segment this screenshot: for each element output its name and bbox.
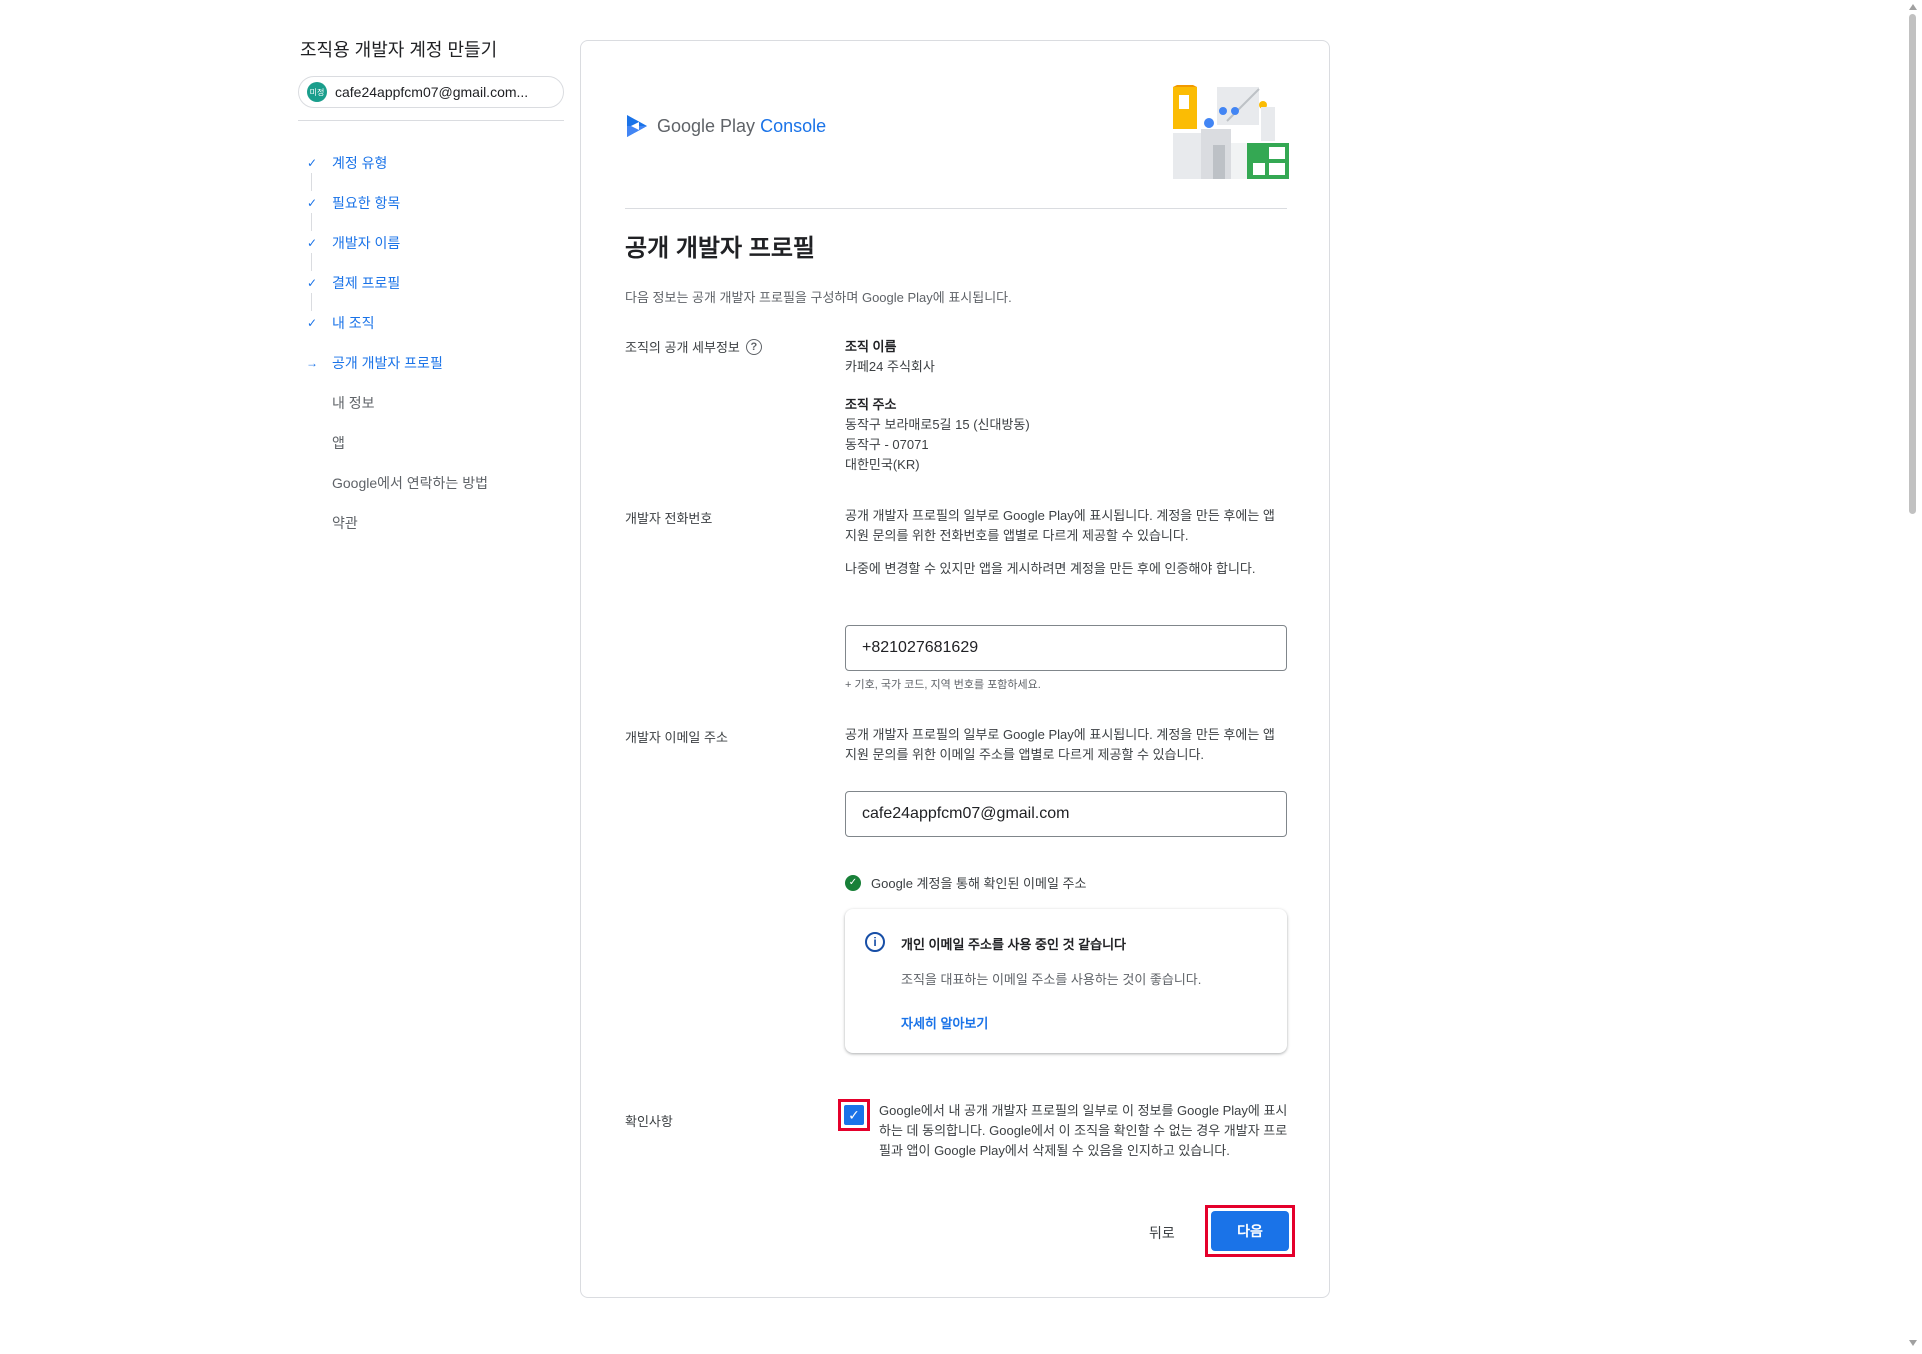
question-circle-icon[interactable]: ? (745, 338, 762, 355)
step-my-organization[interactable]: ✓ 내 조직 (298, 303, 564, 343)
sidebar: 조직용 개발자 계정 만들기 미정 cafe24appfcm07@gmail.c… (298, 36, 564, 543)
step-contact-method[interactable]: Google에서 연락하는 방법 (298, 463, 564, 503)
step-list: ✓ 계정 유형 ✓ 필요한 항목 ✓ 개발자 이름 ✓ 결제 프로필 ✓ 내 조… (298, 143, 564, 543)
phone-description: 공개 개발자 프로필의 일부로 Google Play에 표시됩니다. 계정을 … (845, 508, 1275, 576)
check-icon: ✓ (306, 156, 318, 170)
check-icon: ✓ (306, 236, 318, 250)
step-label: Google에서 연락하는 방법 (332, 475, 488, 491)
header-divider (625, 208, 1287, 209)
step-account-type[interactable]: ✓ 계정 유형 (298, 143, 564, 191)
personal-email-notice: i 개인 이메일 주소를 사용 중인 것 같습니다 조직을 대표하는 이메일 주… (845, 909, 1287, 1053)
notice-title: 개인 이메일 주소를 사용 중인 것 같습니다 (901, 937, 1126, 952)
step-public-developer-profile[interactable]: → 공개 개발자 프로필 (298, 343, 564, 383)
step-payment-profile[interactable]: ✓ 결제 프로필 (298, 263, 564, 311)
back-button[interactable]: 뒤로 (1149, 1223, 1175, 1243)
header-illustration (1173, 85, 1289, 179)
email-verified-status: ✓ Google 계정을 통해 확인된 이메일 주소 (845, 873, 1086, 892)
step-label: 공개 개발자 프로필 (332, 355, 443, 371)
step-developer-name[interactable]: ✓ 개발자 이름 (298, 223, 564, 271)
check-icon: ✓ (306, 276, 318, 290)
consent-text: Google에서 내 공개 개발자 프로필의 일부로 이 정보를 Google … (879, 1103, 1288, 1158)
phone-input[interactable]: +821027681629 (845, 625, 1287, 671)
check-icon: ✓ (306, 316, 318, 330)
page-scrollbar[interactable] (1904, 0, 1922, 1354)
step-requirements[interactable]: ✓ 필요한 항목 (298, 183, 564, 231)
scroll-thumb[interactable] (1909, 14, 1916, 514)
email-label: 개발자 이메일 주소 (625, 730, 728, 745)
phone-label: 개발자 전화번호 (625, 511, 713, 526)
step-label: 개발자 이름 (332, 235, 401, 251)
page-intro: 다음 정보는 공개 개발자 프로필을 구성하며 Google Play에 표시됩… (625, 290, 1012, 305)
step-label: 필요한 항목 (332, 195, 401, 211)
check-icon: ✓ (306, 196, 318, 210)
info-icon: i (865, 932, 885, 952)
account-chip[interactable]: 미정 cafe24appfcm07@gmail.com... (298, 76, 564, 108)
logo-console: Console (760, 115, 827, 136)
step-label: 내 정보 (332, 395, 375, 411)
step-terms[interactable]: 약관 (298, 503, 564, 543)
org-name-value: 카페24 주식회사 (845, 359, 935, 374)
google-play-console-logo: Google Play Console (625, 113, 826, 139)
email-input[interactable]: cafe24appfcm07@gmail.com (845, 791, 1287, 837)
email-description: 공개 개발자 프로필의 일부로 Google Play에 표시됩니다. 계정을 … (845, 727, 1275, 762)
learn-more-link[interactable]: 자세히 알아보기 (901, 1013, 988, 1032)
org-details: 조직 이름 카페24 주식회사 조직 주소 동작구 보라매로5길 15 (신대방… (845, 337, 1287, 475)
logo-google-play: Google Play (657, 115, 756, 136)
org-name-title: 조직 이름 (845, 339, 897, 354)
consent-checkbox[interactable]: ✓ (844, 1105, 864, 1125)
next-button[interactable]: 다음 (1211, 1211, 1289, 1251)
phone-hint: + 기호, 국가 코드, 지역 번호를 포함하세요. (845, 679, 1041, 691)
step-label: 계정 유형 (332, 155, 388, 171)
scroll-up-icon[interactable] (1909, 4, 1917, 10)
check-circle-icon: ✓ (845, 874, 861, 891)
step-label: 약관 (332, 515, 358, 531)
notice-body: 조직을 대표하는 이메일 주소를 사용하는 것이 좋습니다. (901, 972, 1202, 987)
org-address-title: 조직 주소 (845, 397, 897, 412)
consent-checkbox-highlight: ✓ (838, 1099, 870, 1131)
page-title: 공개 개발자 프로필 (625, 235, 815, 262)
org-address-line: 동작구 보라매로5길 15 (신대방동) (845, 417, 1030, 432)
account-email: cafe24appfcm07@gmail.com... (335, 84, 529, 100)
sidebar-divider (298, 120, 564, 121)
sidebar-title: 조직용 개발자 계정 만들기 (300, 40, 498, 60)
consent-label: 확인사항 (625, 1114, 673, 1129)
step-label: 앱 (332, 435, 345, 451)
step-label: 내 조직 (332, 315, 375, 331)
step-apps[interactable]: 앱 (298, 423, 564, 463)
org-details-label: 조직의 공개 세부정보 ? (625, 337, 762, 356)
play-console-icon (627, 115, 647, 137)
arrow-right-icon: → (306, 356, 318, 370)
org-address-line: 동작구 - 07071 (845, 437, 929, 452)
step-my-info[interactable]: 내 정보 (298, 383, 564, 423)
scroll-down-icon[interactable] (1909, 1340, 1917, 1346)
profile-card: Google Play Console 공개 개발자 프로필 다음 정보는 공개… (580, 40, 1330, 1298)
next-button-highlight: 다음 (1205, 1205, 1295, 1257)
org-address-line: 대한민국(KR) (845, 457, 920, 472)
avatar: 미정 (307, 82, 327, 102)
step-label: 결제 프로필 (332, 275, 401, 291)
